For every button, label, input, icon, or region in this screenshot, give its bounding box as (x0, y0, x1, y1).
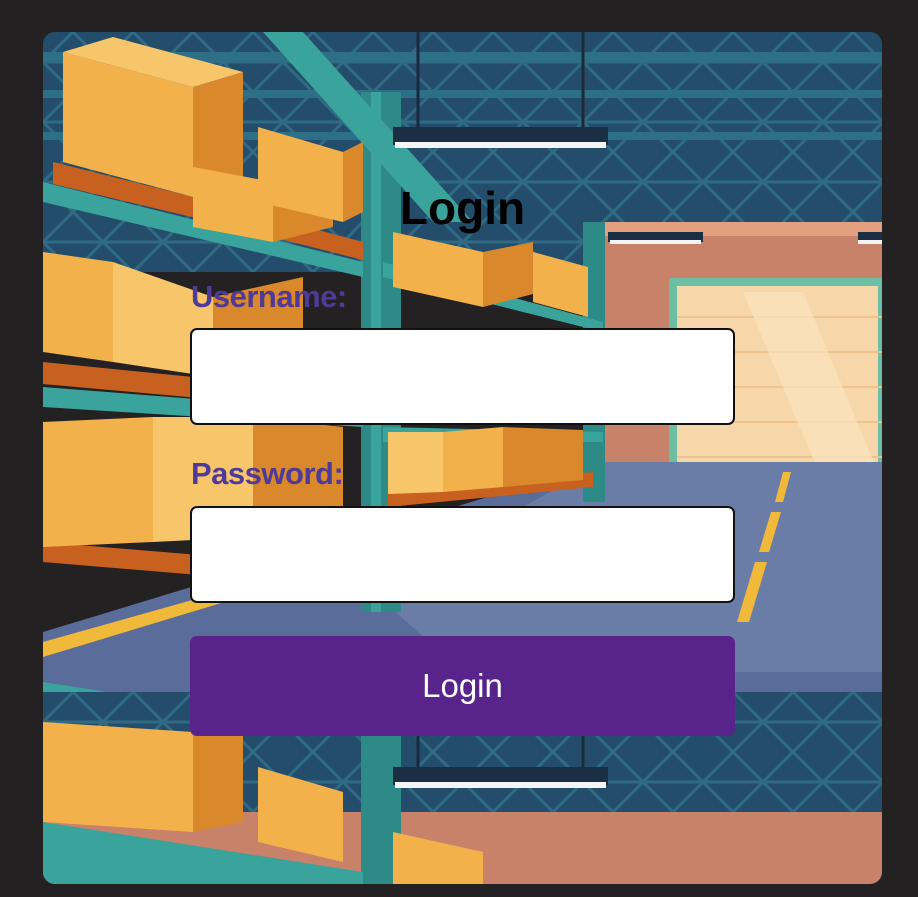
username-label: Username: (191, 279, 347, 314)
login-button[interactable]: Login (190, 636, 735, 736)
login-title: Login (399, 182, 526, 234)
page: Login Username: Password: Login (0, 0, 918, 897)
username-input[interactable] (190, 328, 735, 425)
password-label: Password: (191, 456, 344, 491)
login-card: Login Username: Password: Login (43, 32, 882, 884)
login-form: Login Username: Password: Login (43, 32, 882, 884)
password-input[interactable] (190, 506, 735, 603)
